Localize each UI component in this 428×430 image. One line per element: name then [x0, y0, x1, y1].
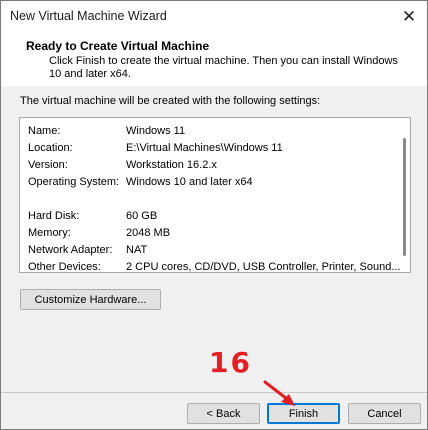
setting-label: Other Devices: — [28, 261, 101, 273]
customize-hardware-button[interactable]: Customize Hardware... — [20, 289, 161, 310]
settings-row-version: Version: Workstation 16.2.x — [28, 159, 398, 173]
wizard-header: Ready to Create Virtual Machine Click Fi… — [1, 32, 427, 86]
settings-row-location: Location: E:\Virtual Machines\Windows 11 — [28, 142, 398, 156]
setting-label: Location: — [28, 142, 73, 154]
step-annotation-number: 16 — [209, 346, 252, 379]
setting-value: Windows 10 and later x64 — [126, 176, 253, 188]
settings-row-hard-disk: Hard Disk: 60 GB — [28, 210, 398, 224]
setting-label: Memory: — [28, 227, 71, 239]
setting-label: Operating System: — [28, 176, 120, 188]
window-title: New Virtual Machine Wizard — [10, 9, 167, 23]
wizard-window: New Virtual Machine Wizard ✕ Ready to Cr… — [0, 0, 428, 430]
header-divider — [1, 85, 427, 86]
settings-summary-box[interactable]: Name: Windows 11 Location: E:\Virtual Ma… — [19, 117, 411, 273]
setting-value: E:\Virtual Machines\Windows 11 — [126, 142, 283, 154]
header-title: Ready to Create Virtual Machine — [26, 39, 210, 53]
button-bar-divider — [1, 392, 427, 393]
setting-value: 2 CPU cores, CD/DVD, USB Controller, Pri… — [126, 261, 401, 273]
setting-value: Windows 11 — [126, 125, 186, 137]
setting-value: NAT — [126, 244, 148, 256]
setting-value: 2048 MB — [126, 227, 171, 239]
setting-value: Workstation 16.2.x — [126, 159, 217, 171]
settings-row-name: Name: Windows 11 — [28, 125, 398, 139]
back-button[interactable]: < Back — [187, 403, 260, 424]
setting-label: Name: — [28, 125, 61, 137]
close-icon: ✕ — [401, 6, 417, 26]
scrollbar-thumb[interactable] — [403, 138, 406, 256]
settings-intro-text: The virtual machine will be created with… — [20, 95, 321, 107]
settings-row-memory: Memory: 2048 MB — [28, 227, 398, 241]
settings-row-os: Operating System: Windows 10 and later x… — [28, 176, 398, 190]
close-button[interactable]: ✕ — [391, 1, 427, 32]
header-description: Click Finish to create the virtual machi… — [49, 55, 398, 80]
cancel-button[interactable]: Cancel — [348, 403, 421, 424]
settings-row-network: Network Adapter: NAT — [28, 244, 398, 258]
annotation-arrow-icon — [263, 380, 295, 406]
setting-label: Hard Disk: — [28, 210, 80, 222]
setting-label: Network Adapter: — [28, 244, 113, 256]
settings-row-other-devices: Other Devices: 2 CPU cores, CD/DVD, USB … — [28, 261, 401, 273]
setting-value: 60 GB — [126, 210, 158, 222]
setting-label: Version: — [28, 159, 68, 171]
title-bar: New Virtual Machine Wizard ✕ — [1, 1, 427, 32]
